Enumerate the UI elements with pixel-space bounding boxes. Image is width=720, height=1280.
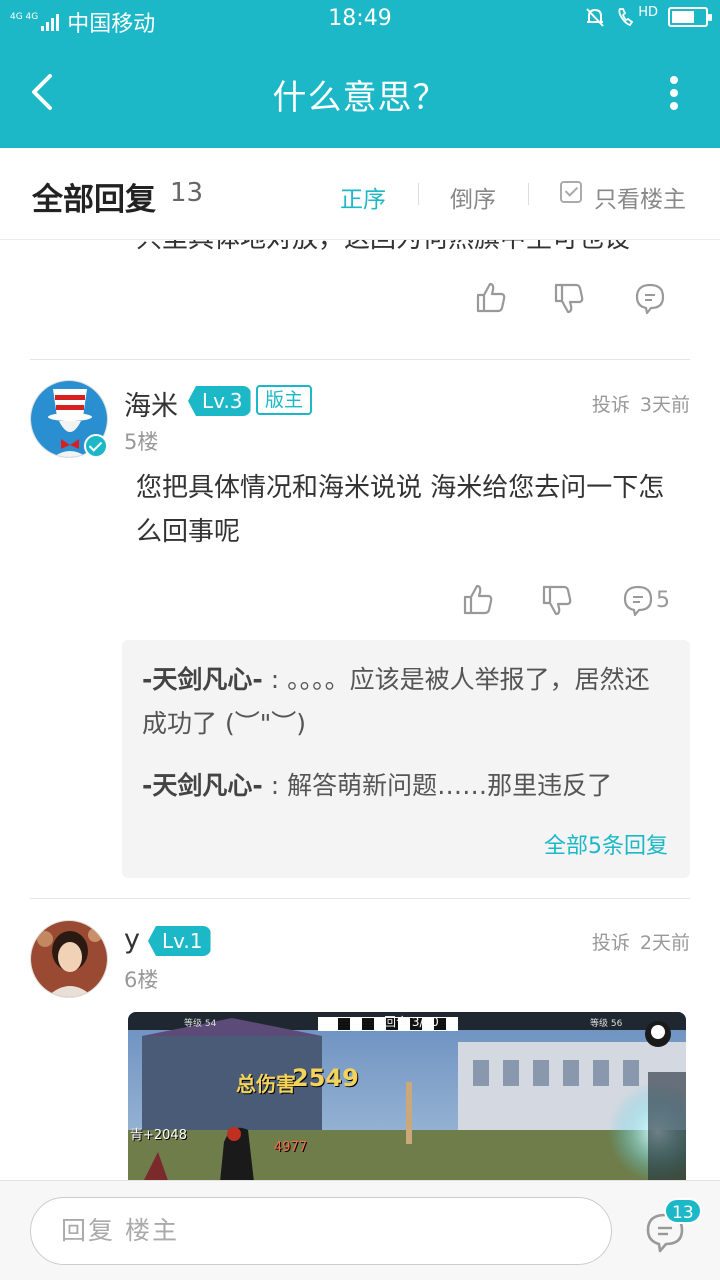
reply-list: 只里具体地对放，这回为何热旗中生可也设 海米 Lv.3 版主 bbox=[0, 240, 720, 1180]
dislike-icon[interactable] bbox=[552, 282, 586, 316]
left-level: 等级 54 bbox=[184, 1019, 217, 1029]
sub-reply-separator: : bbox=[262, 771, 288, 800]
avatar[interactable] bbox=[30, 920, 108, 998]
post-meta: 投诉 2天前 bbox=[582, 928, 690, 955]
post-time: 3天前 bbox=[639, 394, 690, 416]
status-bar: 4G 4G 中国移动 18:49 HD bbox=[0, 0, 720, 38]
sub-reply-text: 解答萌新问题……那里违反了 bbox=[287, 771, 613, 800]
more-options-icon[interactable] bbox=[668, 76, 680, 110]
damage-value: 2549 bbox=[292, 1064, 359, 1092]
post-divider bbox=[30, 898, 690, 899]
status-right: HD bbox=[584, 4, 712, 28]
sort-bar: 全部回复 13 正序 倒序 只看楼主 bbox=[0, 148, 720, 240]
level-badge: Lv.1 bbox=[148, 926, 211, 956]
comments-count-badge: 13 bbox=[664, 1198, 702, 1224]
report-link[interactable]: 投诉 bbox=[592, 932, 630, 954]
reply-input[interactable]: 回复 楼主 bbox=[30, 1197, 612, 1265]
post-time: 2天前 bbox=[639, 932, 690, 954]
moderator-badge: 版主 bbox=[256, 385, 313, 415]
right-hp: 4977 bbox=[274, 1140, 308, 1155]
verified-icon bbox=[84, 434, 108, 458]
title-bar: 什么意思？ bbox=[0, 38, 720, 148]
level-badge: Lv.3 bbox=[188, 386, 251, 416]
sub-reply-author[interactable]: -天剑凡心- bbox=[142, 771, 263, 800]
all-replies-heading: 全部回复 bbox=[32, 182, 156, 218]
post-meta: 投诉 3天前 bbox=[582, 390, 690, 417]
username[interactable]: 海米 bbox=[124, 384, 178, 423]
comment-count: 5 bbox=[656, 588, 670, 613]
like-icon[interactable] bbox=[474, 280, 508, 314]
sub-reply[interactable]: -天剑凡心- : 解答萌新问题……那里违反了 bbox=[142, 764, 672, 808]
sort-descending-button[interactable]: 倒序 bbox=[450, 180, 496, 214]
username[interactable]: y bbox=[124, 924, 140, 955]
comment-icon[interactable] bbox=[622, 584, 654, 618]
report-link[interactable]: 投诉 bbox=[592, 394, 630, 416]
sub-reply[interactable]: -天剑凡心- : 。。。。应该是被人举报了，居然还成功了 (︶"︶) bbox=[142, 658, 672, 746]
post-content: 您把具体情况和海米说说 海米给您去问一下怎么回事呢 bbox=[136, 473, 665, 547]
sub-reply-author[interactable]: -天剑凡心- bbox=[142, 665, 263, 694]
reply-count: 13 bbox=[170, 178, 204, 208]
page-title: 什么意思？ bbox=[272, 78, 448, 118]
previous-post-text: 只里具体地对放，这回为何热旗中生可也设 bbox=[136, 240, 630, 255]
only-op-checkbox[interactable] bbox=[560, 181, 582, 203]
like-icon[interactable] bbox=[461, 582, 495, 616]
floor-number: 5楼 bbox=[124, 430, 159, 454]
right-level: 等级 56 bbox=[590, 1019, 623, 1029]
sort-divider bbox=[418, 183, 419, 205]
bottom-bar: 回复 楼主 13 bbox=[0, 1180, 720, 1280]
floor-number: 6楼 bbox=[124, 968, 159, 992]
bell-muted-icon bbox=[586, 8, 604, 27]
battery-level bbox=[672, 11, 694, 23]
damage-label: 总伤害 bbox=[236, 1072, 296, 1096]
sub-replies-box[interactable]: -天剑凡心- : 。。。。应该是被人举报了，居然还成功了 (︶"︶) -天剑凡心… bbox=[122, 640, 690, 878]
battery-icon bbox=[668, 7, 712, 27]
left-hp: 青+2048 bbox=[130, 1128, 187, 1143]
only-op-label[interactable]: 只看楼主 bbox=[594, 180, 686, 214]
round-counter: 回合 3/20 bbox=[384, 1015, 439, 1029]
all-replies-link[interactable]: 全部5条回复 bbox=[544, 828, 668, 860]
sort-ascending-button[interactable]: 正序 bbox=[340, 180, 386, 214]
comment-icon[interactable] bbox=[634, 282, 666, 316]
dislike-icon[interactable] bbox=[540, 584, 574, 618]
hd-label: HD bbox=[638, 4, 658, 20]
sub-reply-separator: : bbox=[262, 665, 288, 694]
sort-divider bbox=[528, 183, 529, 205]
post-image[interactable]: 总伤害 2549 回合 3/20 等级 54 等级 56 青+2048 4977 bbox=[128, 1012, 686, 1180]
post-divider bbox=[30, 359, 690, 360]
